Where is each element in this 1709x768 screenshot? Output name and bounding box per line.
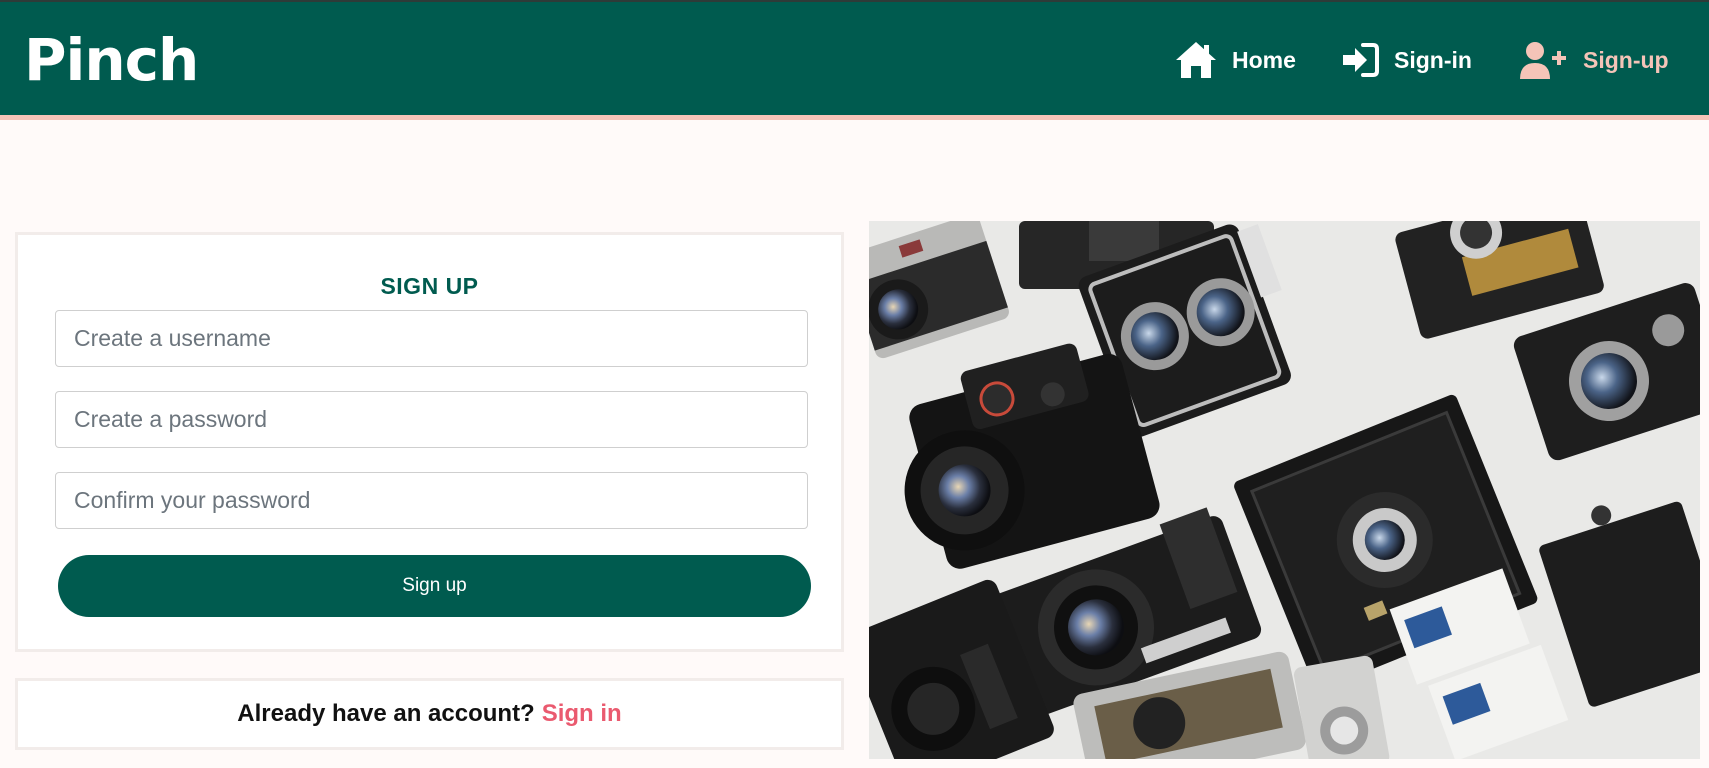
hero-image xyxy=(869,221,1700,759)
nav-link-sign-up[interactable]: Sign-up xyxy=(1519,38,1669,82)
signup-form: SIGN UP Sign up xyxy=(15,232,844,652)
vintage-cameras-photo xyxy=(869,221,1700,759)
navbar: Pinch Home Sign-in Sign-up xyxy=(0,0,1709,120)
username-input[interactable] xyxy=(55,310,808,367)
sign-in-prompt: Already have an account? Sign in xyxy=(15,678,844,750)
home-icon xyxy=(1176,42,1216,78)
nav-link-label: Sign-in xyxy=(1394,46,1472,73)
nav-link-label: Home xyxy=(1232,46,1296,73)
sign-up-button[interactable]: Sign up xyxy=(58,555,811,617)
nav-link-label: Sign-up xyxy=(1583,46,1669,73)
confirm-password-input[interactable] xyxy=(55,472,808,529)
sign-in-icon xyxy=(1343,43,1379,77)
password-input[interactable] xyxy=(55,391,808,448)
nav-link-sign-in[interactable]: Sign-in xyxy=(1340,38,1472,82)
sign-in-prompt-text: Already have an account? xyxy=(237,700,535,727)
user-plus-icon xyxy=(1520,42,1566,79)
form-title: SIGN UP xyxy=(380,273,479,299)
nav-link-home[interactable]: Home xyxy=(1174,38,1296,82)
brand-logo[interactable]: Pinch xyxy=(24,24,199,96)
sign-in-link[interactable]: Sign in xyxy=(542,700,622,728)
